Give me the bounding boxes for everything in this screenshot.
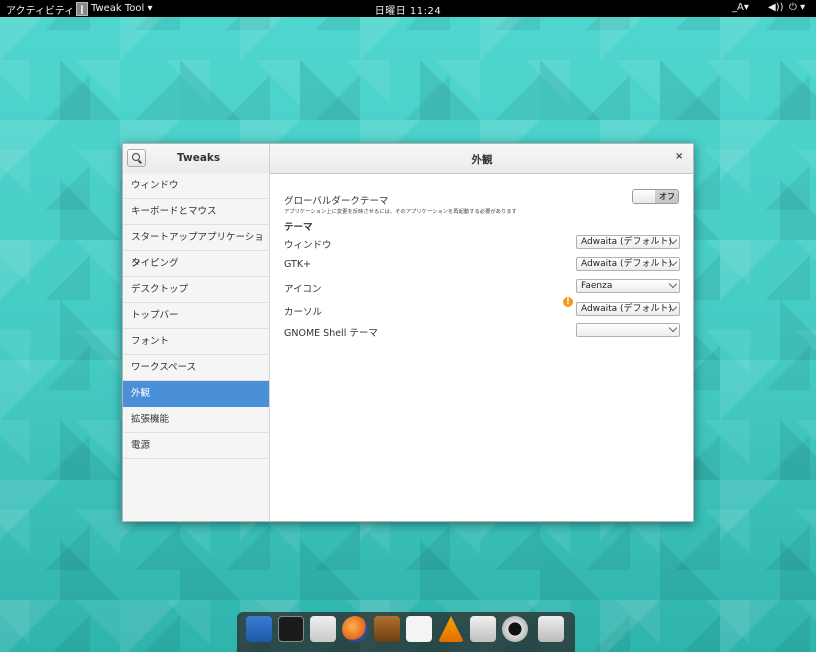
- sidebar-title: Tweaks: [177, 152, 221, 164]
- search-button[interactable]: [127, 149, 146, 167]
- tweak-tool-window: Tweaks 外観 × ウィンドウ キーボードとマウス スタートアップアプリケー…: [122, 143, 694, 522]
- sidebar-item-top-bar[interactable]: トップバー: [123, 303, 269, 329]
- gtk-theme-combo[interactable]: Adwaita (デフォルト): [576, 257, 680, 271]
- switch-knob: [633, 190, 656, 203]
- chat-icon[interactable]: [406, 616, 432, 642]
- mixer-icon[interactable]: [470, 616, 496, 642]
- warning-icon: !: [563, 297, 573, 307]
- vlc-icon[interactable]: [438, 616, 464, 642]
- gtk-theme-label: GTK+: [284, 259, 312, 270]
- clock[interactable]: 日曜日 11:24: [0, 2, 816, 17]
- cursor-theme-label: カーソル: [284, 307, 323, 318]
- gtk-theme-value: Adwaita (デフォルト): [581, 259, 673, 269]
- trash-icon[interactable]: [538, 616, 564, 642]
- sidebar-item-extensions[interactable]: 拡張機能: [123, 407, 269, 433]
- speaker-icon[interactable]: ◀)): [768, 2, 784, 13]
- file-cabinet-icon[interactable]: [310, 616, 336, 642]
- window-theme-value: Adwaita (デフォルト): [581, 237, 673, 247]
- terminal-icon[interactable]: [278, 616, 304, 642]
- firefox-icon[interactable]: [342, 616, 368, 642]
- sidebar-item-workspaces[interactable]: ワークスペース: [123, 355, 269, 381]
- chevron-down-icon: [668, 280, 678, 289]
- cursor-theme-combo[interactable]: Adwaita (デフォルト): [576, 302, 680, 316]
- icon-theme-value: Faenza: [581, 281, 613, 291]
- shell-theme-combo[interactable]: [576, 323, 680, 337]
- icon-theme-combo[interactable]: Faenza: [576, 279, 680, 293]
- sidebar-item-power[interactable]: 電源: [123, 433, 269, 459]
- sidebar: ウィンドウ キーボードとマウス スタートアップアプリケーション タイピング デス…: [123, 173, 270, 521]
- dock: [237, 612, 575, 652]
- sidebar-item-startup-apps[interactable]: スタートアップアプリケーション: [123, 225, 269, 269]
- sidebar-item-window[interactable]: ウィンドウ: [123, 173, 269, 199]
- speaker-app-icon[interactable]: [374, 616, 400, 642]
- power-icon[interactable]: ⏻ ▾: [789, 2, 805, 13]
- window-theme-combo[interactable]: Adwaita (デフォルト): [576, 235, 680, 249]
- sidebar-item-appearance[interactable]: 外観: [123, 381, 269, 407]
- theme-heading: テーマ: [284, 222, 313, 233]
- top-bar: アクティビティ Tweak Tool ▾ 日曜日 11:24 _A▾ ◀)) ⏻…: [0, 0, 816, 17]
- global-dark-theme-label: グローバルダークテーマ: [284, 196, 389, 207]
- anchor-icon[interactable]: [246, 616, 272, 642]
- sidebar-item-typing[interactable]: タイピング: [123, 251, 269, 277]
- shell-theme-label: GNOME Shell テーマ: [284, 328, 378, 339]
- global-dark-theme-description: アプリケーション上に変更を反映させるには、そのアプリケーションを再起動する必要が…: [284, 209, 517, 215]
- close-icon[interactable]: ×: [675, 151, 683, 162]
- icon-theme-label: アイコン: [284, 284, 322, 295]
- window-theme-label: ウィンドウ: [284, 240, 332, 251]
- sidebar-item-desktop[interactable]: デスクトップ: [123, 277, 269, 303]
- global-dark-theme-switch[interactable]: オフ: [632, 189, 679, 204]
- input-method-indicator[interactable]: _A▾: [732, 2, 749, 13]
- header-bar: Tweaks 外観 ×: [123, 144, 693, 174]
- chevron-down-icon: [668, 324, 678, 333]
- search-icon: [131, 153, 140, 161]
- page-title: 外観: [471, 154, 493, 166]
- sidebar-item-fonts[interactable]: フォント: [123, 329, 269, 355]
- cursor-theme-value: Adwaita (デフォルト): [581, 304, 673, 314]
- switch-state-label: オフ: [655, 190, 678, 203]
- sidebar-item-keyboard-mouse[interactable]: キーボードとマウス: [123, 199, 269, 225]
- camera-icon[interactable]: [502, 616, 528, 642]
